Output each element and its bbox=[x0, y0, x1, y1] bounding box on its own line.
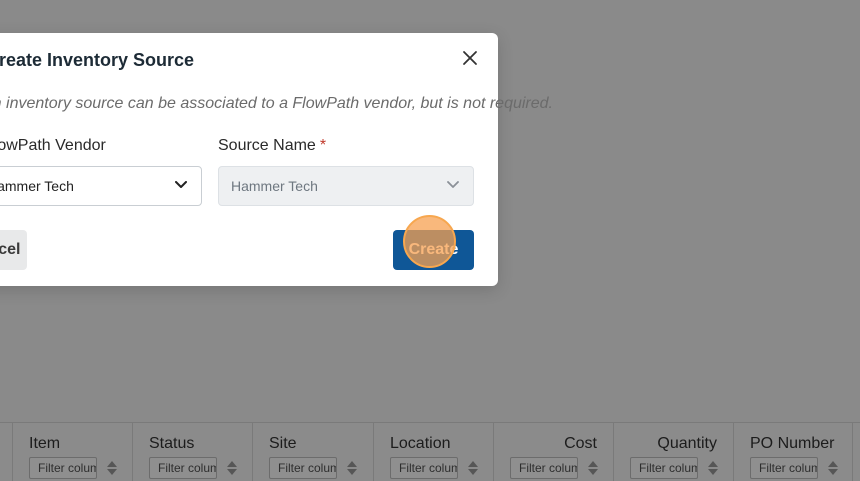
vendor-select[interactable]: Hammer Tech bbox=[0, 166, 202, 206]
column-title: Location bbox=[390, 435, 451, 452]
sort-icon[interactable] bbox=[227, 460, 237, 476]
chevron-down-icon bbox=[175, 181, 187, 188]
column-filter-input[interactable]: Filter column bbox=[750, 457, 818, 479]
column-title: Cost bbox=[564, 435, 597, 452]
column-title: PO Number bbox=[750, 435, 835, 452]
column-header-po-number[interactable]: PO Number Filter column bbox=[733, 423, 852, 481]
column-header-cost[interactable]: Cost Filter column bbox=[493, 423, 613, 481]
required-marker: * bbox=[319, 137, 327, 154]
sort-icon[interactable] bbox=[828, 460, 838, 476]
create-button[interactable]: Create bbox=[393, 230, 474, 270]
column-header-site[interactable]: Site Filter column bbox=[252, 423, 373, 481]
column-filter-input[interactable]: Filter column bbox=[29, 457, 97, 479]
chevron-down-icon bbox=[447, 181, 459, 188]
column-title: Site bbox=[269, 435, 297, 452]
source-name-select[interactable]: Hammer Tech bbox=[218, 166, 474, 206]
source-name-label: Source Name * bbox=[218, 137, 326, 155]
vendor-select-value: Hammer Tech bbox=[0, 178, 74, 194]
column-filter-input[interactable]: Filter column bbox=[149, 457, 217, 479]
column-filter-input[interactable]: Filter column bbox=[510, 457, 578, 479]
column-title: Quantity bbox=[657, 435, 717, 452]
column-header-item[interactable]: Item Filter column bbox=[12, 423, 133, 481]
column-title: Status bbox=[149, 435, 195, 452]
sort-icon[interactable] bbox=[708, 460, 718, 476]
dialog-description: An inventory source can be associated to… bbox=[0, 95, 553, 112]
column-header-status[interactable]: Status Filter column bbox=[132, 423, 252, 481]
column-title: Item bbox=[29, 435, 61, 452]
column-header-quantity[interactable]: Quantity Filter column bbox=[613, 423, 733, 481]
column-header-next bbox=[852, 423, 860, 481]
sort-icon[interactable] bbox=[347, 460, 357, 476]
column-header-location[interactable]: Location Filter column bbox=[373, 423, 493, 481]
vendor-label: FlowPath Vendor bbox=[0, 137, 106, 154]
table-header-row: Item Filter column Status Filter column … bbox=[0, 422, 860, 481]
source-name-value: Hammer Tech bbox=[231, 178, 318, 194]
source-name-label-text: Source Name bbox=[218, 137, 316, 154]
sort-icon[interactable] bbox=[588, 460, 598, 476]
sort-icon[interactable] bbox=[107, 460, 117, 476]
column-filter-input[interactable]: Filter column bbox=[630, 457, 698, 479]
dialog-title: Create Inventory Source bbox=[0, 50, 195, 70]
cancel-button[interactable]: Cancel bbox=[0, 230, 27, 270]
close-icon[interactable] bbox=[460, 48, 480, 68]
create-inventory-source-dialog: Create Inventory Source An inventory sou… bbox=[0, 33, 553, 286]
column-filter-input[interactable]: Filter column bbox=[269, 457, 337, 479]
column-filter-input[interactable]: Filter column bbox=[390, 457, 458, 479]
sort-icon[interactable] bbox=[468, 460, 478, 476]
